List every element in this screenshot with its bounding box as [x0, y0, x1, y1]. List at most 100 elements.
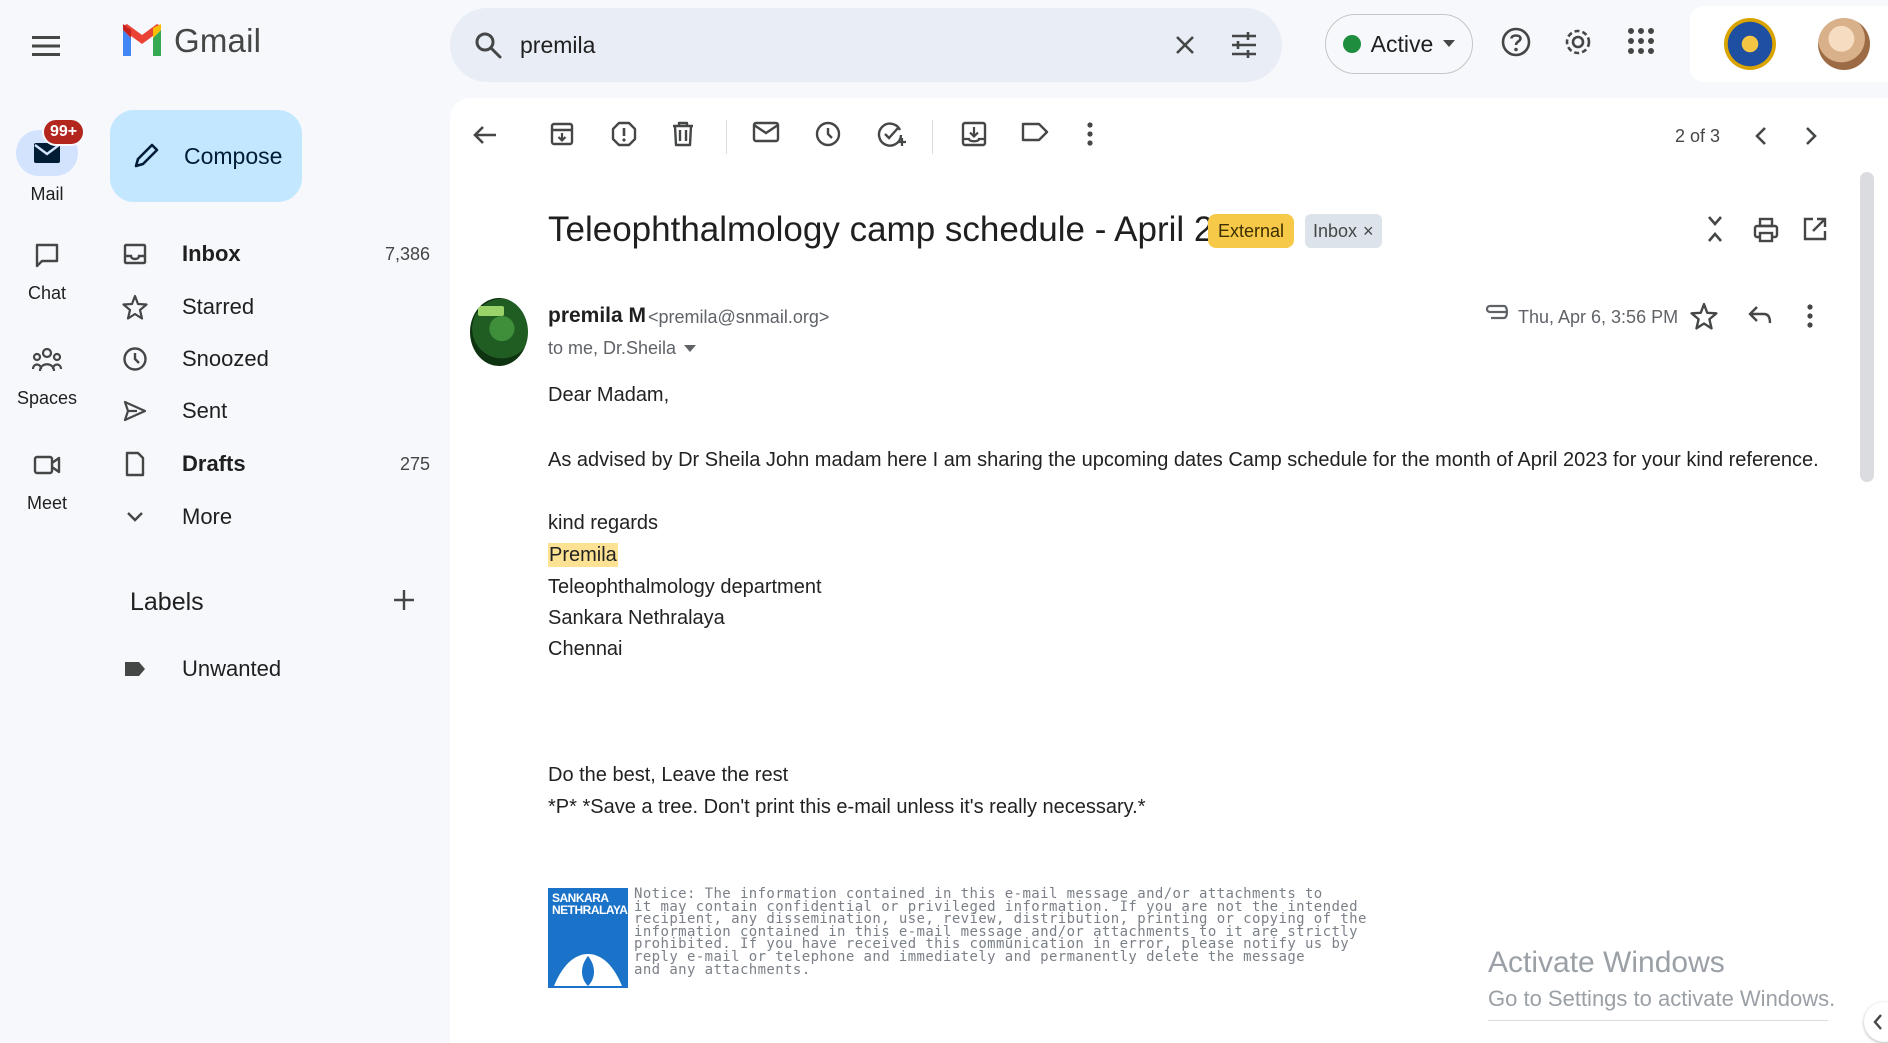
plus-icon: [394, 590, 414, 610]
back-button[interactable]: [470, 120, 500, 150]
chevron-left-icon: [1873, 1014, 1882, 1030]
sender-name[interactable]: premila M: [548, 304, 646, 328]
archive-button[interactable]: [548, 120, 576, 148]
clock-icon: [120, 346, 150, 372]
printer-icon: [1753, 217, 1779, 243]
remove-label-icon[interactable]: ×: [1363, 221, 1374, 242]
account-avatar[interactable]: [1818, 18, 1870, 70]
sender-avatar[interactable]: [470, 298, 528, 366]
sender-email: <premila@snmail.org>: [648, 307, 830, 327]
labels-heading: Labels: [130, 588, 204, 616]
search-input[interactable]: premila: [520, 32, 1174, 59]
folder-label: Starred: [182, 294, 255, 319]
labels-button[interactable]: [1020, 120, 1050, 144]
send-icon: [120, 400, 150, 422]
body-footer-note: *P* *Save a tree. Don't print this e-mai…: [548, 796, 1146, 818]
folder-label: Sent: [182, 398, 228, 423]
signature-name: Premila: [548, 543, 618, 567]
rail-spaces[interactable]: Spaces: [0, 340, 94, 409]
collapse-icon: [1708, 216, 1722, 242]
status-dot-icon: [1342, 35, 1361, 53]
google-apps-button[interactable]: [1626, 26, 1656, 56]
search-icon[interactable]: [474, 31, 502, 59]
attachment-icon: [1484, 304, 1510, 320]
older-button[interactable]: [1800, 122, 1822, 150]
open-in-new-icon: [1803, 217, 1827, 241]
caret-down-icon: [1443, 40, 1456, 47]
reply-button[interactable]: [1746, 302, 1774, 328]
logo-text: SANKARA NETHRALAYA: [552, 891, 628, 917]
folder-snoozed[interactable]: Snoozed: [120, 334, 430, 384]
scrollbar-thumb[interactable]: [1860, 172, 1874, 482]
more-options-button[interactable]: [1080, 120, 1100, 148]
search-options-icon[interactable]: [1230, 32, 1258, 58]
folder-starred[interactable]: Starred: [120, 282, 430, 332]
chevron-down-icon: [120, 511, 150, 523]
chevron-left-icon: [1755, 127, 1766, 145]
folder-label: Inbox: [182, 241, 241, 266]
rail-meet-pill: [16, 445, 78, 485]
toolbar-divider: [726, 120, 727, 154]
pencil-icon: [134, 143, 159, 168]
folder-count: 7,386: [384, 243, 430, 264]
folder-count: 275: [399, 453, 430, 474]
body-quote: Do the best, Leave the rest: [548, 764, 789, 786]
caret-down-icon[interactable]: [684, 344, 697, 353]
rail-meet[interactable]: Meet: [0, 445, 94, 514]
label-icon: [1021, 122, 1049, 142]
open-in-new-window-button[interactable]: [1802, 216, 1828, 242]
move-to-button[interactable]: [960, 120, 988, 148]
label-name: Unwanted: [182, 656, 282, 681]
body-paragraph: As advised by Dr Sheila John madam here …: [548, 449, 1819, 471]
folder-label: Drafts: [182, 451, 246, 476]
folder-drafts[interactable]: Drafts 275: [120, 439, 430, 489]
report-spam-button[interactable]: [610, 120, 638, 148]
newer-button[interactable]: [1750, 122, 1772, 150]
body-closing: kind regards: [548, 512, 659, 534]
inbox-chip-label: Inbox: [1313, 220, 1358, 241]
delete-button[interactable]: [670, 120, 696, 148]
draft-icon: [120, 451, 150, 477]
spaces-icon: [32, 347, 62, 372]
more-vert-icon: [1087, 122, 1093, 146]
label-unwanted[interactable]: Unwanted: [120, 644, 430, 694]
more-vert-icon: [1807, 304, 1813, 328]
compose-button[interactable]: Compose: [110, 110, 302, 202]
arrow-left-icon: [473, 126, 496, 144]
organization-logo[interactable]: [1724, 18, 1776, 70]
notice-line: and any attachments.: [634, 961, 811, 978]
label-tag-icon: [120, 660, 150, 678]
recipients-line[interactable]: to me, Dr.Sheila: [548, 338, 697, 359]
folder-sent[interactable]: Sent: [120, 386, 430, 436]
recipients-text: to me, Dr.Sheila: [548, 338, 677, 358]
print-button[interactable]: [1752, 216, 1780, 244]
trash-icon: [673, 121, 693, 147]
search-bar[interactable]: premila: [450, 8, 1282, 82]
support-button[interactable]: [1500, 26, 1532, 58]
message-divider: [1488, 1020, 1828, 1021]
add-to-tasks-button[interactable]: [876, 120, 906, 150]
mark-unread-button[interactable]: [752, 120, 780, 144]
gmail-logo[interactable]: Gmail: [120, 22, 261, 60]
gear-icon: [1565, 29, 1591, 55]
legal-notice: Notice: The information contained in thi…: [634, 887, 1580, 978]
clear-search-icon[interactable]: [1174, 34, 1196, 56]
folder-more[interactable]: More: [120, 492, 430, 542]
status-selector[interactable]: Active: [1325, 14, 1473, 74]
collapse-all-button[interactable]: [1702, 214, 1728, 244]
settings-button[interactable]: [1562, 26, 1594, 58]
message-more-button[interactable]: [1800, 302, 1820, 330]
inbox-label-chip[interactable]: Inbox ×: [1305, 214, 1382, 248]
snooze-button[interactable]: [814, 120, 842, 148]
rail-mail-label: Mail: [30, 184, 64, 204]
inbox-icon: [120, 243, 150, 265]
star-button[interactable]: [1690, 302, 1718, 330]
sankara-nethralaya-logo: SANKARA NETHRALAYA: [548, 888, 628, 988]
main-menu-button[interactable]: [24, 24, 68, 68]
apps-grid-icon: [1628, 28, 1654, 54]
folder-inbox[interactable]: Inbox 7,386: [120, 229, 430, 279]
rail-chat[interactable]: Chat: [0, 235, 94, 304]
create-label-button[interactable]: [392, 588, 416, 612]
help-icon: [1501, 27, 1531, 57]
activate-windows-subtitle: Go to Settings to activate Windows.: [1488, 986, 1836, 1011]
